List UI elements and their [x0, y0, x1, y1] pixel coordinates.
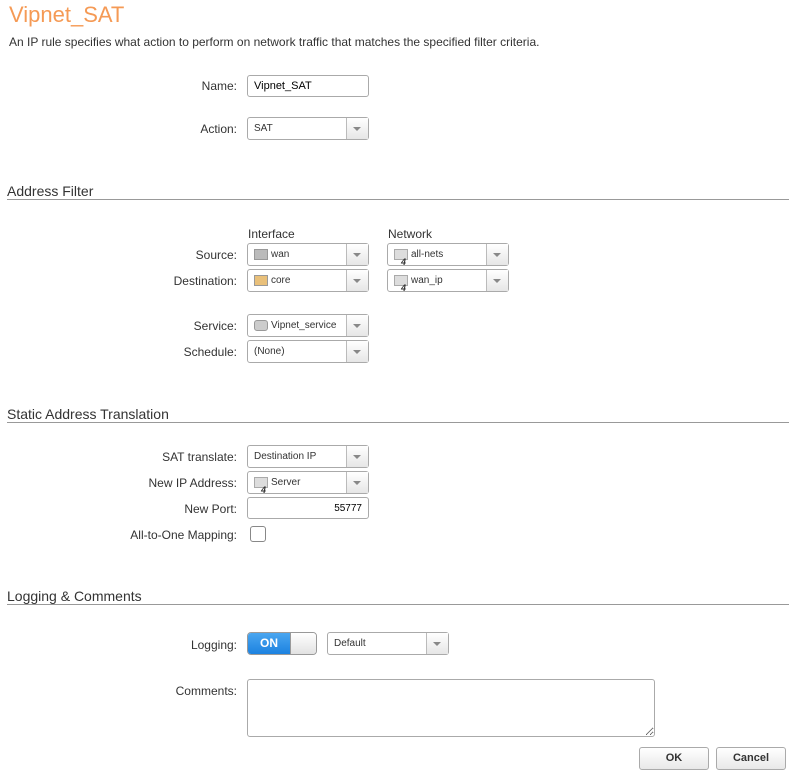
chevron-down-icon: [346, 244, 368, 265]
chevron-down-icon: [346, 446, 368, 467]
divider: [7, 604, 789, 605]
new-ip-select[interactable]: 4 Server: [247, 471, 369, 494]
chevron-down-icon: [346, 315, 368, 336]
comments-textarea[interactable]: [247, 679, 655, 737]
source-interface-select[interactable]: wan: [247, 243, 369, 266]
destination-network-select[interactable]: 4 wan_ip: [387, 269, 509, 292]
logging-toggle[interactable]: ON: [247, 632, 317, 655]
new-ip-label: New IP Address:: [148, 476, 238, 490]
source-interface-value: wan: [271, 249, 290, 260]
schedule-select[interactable]: (None): [247, 340, 369, 363]
sat-translate-label: SAT translate:: [162, 450, 237, 464]
new-ip-value: Server: [271, 477, 301, 488]
page-description: An IP rule specifies what action to perf…: [9, 35, 540, 49]
source-label: Source:: [195, 248, 237, 262]
chevron-down-icon: [486, 244, 508, 265]
chevron-down-icon: [346, 341, 368, 362]
cancel-button[interactable]: Cancel: [716, 747, 786, 770]
service-label: Service:: [193, 319, 237, 333]
destination-label: Destination:: [173, 274, 237, 288]
action-label: Action:: [200, 122, 237, 136]
toggle-on-label: ON: [248, 633, 290, 654]
network-header: Network: [388, 227, 433, 241]
schedule-label: Schedule:: [183, 345, 237, 359]
destination-interface-select[interactable]: core: [247, 269, 369, 292]
new-port-input[interactable]: [247, 497, 369, 519]
page-title: Vipnet_SAT: [9, 2, 125, 27]
action-select[interactable]: SAT: [247, 117, 369, 140]
interface-icon: [254, 249, 268, 260]
network-object-icon: 4: [394, 275, 408, 291]
sat-heading: Static Address Translation: [7, 406, 169, 422]
network-object-icon: 4: [394, 249, 408, 265]
name-label: Name:: [201, 79, 237, 93]
toggle-knob: [290, 633, 316, 654]
sat-translate-value: Destination IP: [254, 451, 317, 462]
interface-icon: [254, 275, 268, 286]
source-network-select[interactable]: 4 all-nets: [387, 243, 509, 266]
log-level-value: Default: [334, 638, 366, 649]
sat-translate-select[interactable]: Destination IP: [247, 445, 369, 468]
ok-button[interactable]: OK: [639, 747, 709, 770]
schedule-value: (None): [254, 346, 285, 357]
chevron-down-icon: [426, 633, 448, 654]
divider: [7, 199, 789, 200]
destination-network-value: wan_ip: [411, 275, 443, 286]
all-to-one-label: All-to-One Mapping:: [130, 528, 237, 542]
destination-interface-value: core: [271, 275, 291, 286]
service-select[interactable]: Vipnet_service: [247, 314, 369, 337]
service-icon: [254, 320, 268, 331]
address-filter-heading: Address Filter: [7, 183, 94, 199]
chevron-down-icon: [486, 270, 508, 291]
chevron-down-icon: [346, 118, 368, 139]
network-object-icon: 4: [254, 477, 268, 493]
source-network-value: all-nets: [411, 249, 444, 260]
name-input[interactable]: [247, 75, 369, 97]
log-level-select[interactable]: Default: [327, 632, 449, 655]
all-to-one-checkbox[interactable]: [250, 526, 266, 542]
new-port-label: New Port:: [184, 502, 237, 516]
action-value: SAT: [254, 123, 273, 134]
comments-label: Comments:: [175, 684, 237, 698]
interface-header: Interface: [248, 227, 295, 241]
logging-label: Logging:: [190, 638, 237, 652]
divider: [7, 422, 789, 423]
service-value: Vipnet_service: [271, 320, 337, 331]
chevron-down-icon: [346, 270, 368, 291]
chevron-down-icon: [346, 472, 368, 493]
logging-heading: Logging & Comments: [7, 588, 142, 604]
